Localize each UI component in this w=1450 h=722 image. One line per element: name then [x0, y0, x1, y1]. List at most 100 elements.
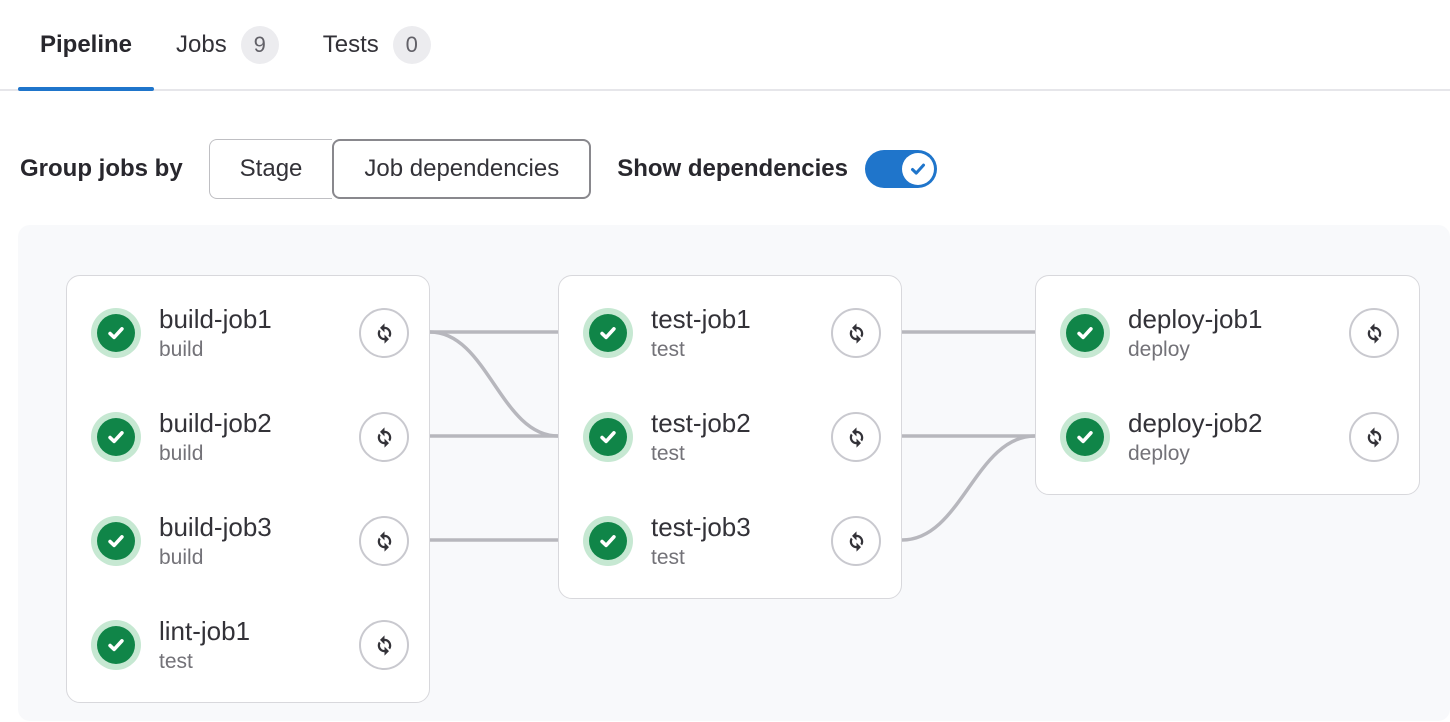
- job-row-build-job1[interactable]: build-job1build: [67, 281, 429, 385]
- job-row-test-job3[interactable]: test-job3test: [559, 489, 901, 593]
- success-check-icon: [105, 530, 127, 552]
- status-icon-circle: [589, 418, 627, 456]
- retry-icon: [843, 528, 870, 555]
- job-text: build-job2build: [159, 407, 359, 467]
- tab-pipeline[interactable]: Pipeline: [18, 0, 154, 89]
- success-check-icon: [597, 426, 619, 448]
- retry-icon: [371, 424, 398, 451]
- job-stage-label: deploy: [1128, 440, 1349, 467]
- status-icon-circle: [1066, 314, 1104, 352]
- status-icon-circle: [1066, 418, 1104, 456]
- job-row-deploy-job2[interactable]: deploy-job2deploy: [1036, 385, 1419, 489]
- job-text: deploy-job2deploy: [1128, 407, 1349, 467]
- dependency-edge: [902, 436, 1035, 540]
- check-icon: [908, 159, 928, 179]
- job-name-link[interactable]: test-job3: [651, 511, 831, 544]
- job-stage-label: test: [159, 648, 359, 675]
- tab-tests-label: Tests: [323, 31, 379, 59]
- retry-button[interactable]: [359, 308, 409, 358]
- job-row-build-job2[interactable]: build-job2build: [67, 385, 429, 489]
- retry-icon: [371, 320, 398, 347]
- job-stage-label: deploy: [1128, 336, 1349, 363]
- retry-icon: [371, 528, 398, 555]
- job-name-link[interactable]: deploy-job1: [1128, 303, 1349, 336]
- jobs-count-badge: 9: [241, 26, 279, 64]
- graph-controls: Group jobs by Stage Job dependencies Sho…: [20, 139, 1450, 199]
- job-text: build-job3build: [159, 511, 359, 571]
- job-text: deploy-job1deploy: [1128, 303, 1349, 363]
- retry-button[interactable]: [831, 412, 881, 462]
- status-success-icon: [583, 308, 633, 358]
- retry-icon: [843, 320, 870, 347]
- retry-button[interactable]: [359, 516, 409, 566]
- status-success-icon: [583, 412, 633, 462]
- success-check-icon: [597, 530, 619, 552]
- retry-button[interactable]: [359, 412, 409, 462]
- job-text: test-job3test: [651, 511, 831, 571]
- tab-jobs-label: Jobs: [176, 31, 227, 59]
- status-success-icon: [91, 308, 141, 358]
- job-text: build-job1build: [159, 303, 359, 363]
- job-stage-label: test: [651, 336, 831, 363]
- retry-icon: [1361, 424, 1388, 451]
- toggle-knob: [902, 153, 934, 185]
- job-stage-label: build: [159, 336, 359, 363]
- retry-button[interactable]: [1349, 308, 1399, 358]
- group-jobs-by-segmented-control: Stage Job dependencies: [209, 139, 592, 199]
- job-row-build-job3[interactable]: build-job3build: [67, 489, 429, 593]
- status-icon-circle: [589, 314, 627, 352]
- retry-icon: [1361, 320, 1388, 347]
- pipeline-tabs: Pipeline Jobs 9 Tests 0: [0, 0, 1450, 91]
- success-check-icon: [1074, 322, 1096, 344]
- dependency-edge: [430, 332, 558, 436]
- success-check-icon: [105, 634, 127, 656]
- status-icon-circle: [97, 626, 135, 664]
- status-success-icon: [91, 620, 141, 670]
- job-name-link[interactable]: deploy-job2: [1128, 407, 1349, 440]
- retry-button[interactable]: [831, 516, 881, 566]
- job-group-card: deploy-job1deploydeploy-job2deploy: [1035, 275, 1420, 495]
- status-icon-circle: [97, 522, 135, 560]
- job-text: test-job1test: [651, 303, 831, 363]
- tests-count-badge: 0: [393, 26, 431, 64]
- job-stage-label: build: [159, 440, 359, 467]
- retry-button[interactable]: [1349, 412, 1399, 462]
- group-by-job-dependencies-button[interactable]: Job dependencies: [332, 139, 591, 199]
- job-name-link[interactable]: build-job2: [159, 407, 359, 440]
- job-group-card: build-job1buildbuild-job2buildbuild-job3…: [66, 275, 430, 703]
- job-text: test-job2test: [651, 407, 831, 467]
- group-jobs-by-label: Group jobs by: [20, 155, 183, 183]
- show-dependencies-label: Show dependencies: [617, 155, 848, 183]
- status-success-icon: [91, 412, 141, 462]
- job-row-test-job1[interactable]: test-job1test: [559, 281, 901, 385]
- job-stage-label: build: [159, 544, 359, 571]
- status-icon-circle: [97, 418, 135, 456]
- job-row-deploy-job1[interactable]: deploy-job1deploy: [1036, 281, 1419, 385]
- job-row-lint-job1[interactable]: lint-job1test: [67, 593, 429, 697]
- status-icon-circle: [97, 314, 135, 352]
- job-row-test-job2[interactable]: test-job2test: [559, 385, 901, 489]
- job-name-link[interactable]: test-job2: [651, 407, 831, 440]
- pipeline-graph: build-job1buildbuild-job2buildbuild-job3…: [18, 225, 1450, 721]
- retry-icon: [371, 632, 398, 659]
- job-name-link[interactable]: lint-job1: [159, 615, 359, 648]
- tab-jobs[interactable]: Jobs 9: [154, 0, 301, 89]
- retry-icon: [843, 424, 870, 451]
- job-name-link[interactable]: build-job1: [159, 303, 359, 336]
- job-text: lint-job1test: [159, 615, 359, 675]
- success-check-icon: [597, 322, 619, 344]
- status-success-icon: [583, 516, 633, 566]
- success-check-icon: [105, 322, 127, 344]
- job-group-card: test-job1testtest-job2testtest-job3test: [558, 275, 902, 599]
- status-success-icon: [1060, 412, 1110, 462]
- show-dependencies-toggle[interactable]: [865, 150, 937, 188]
- success-check-icon: [105, 426, 127, 448]
- tab-pipeline-label: Pipeline: [40, 31, 132, 59]
- retry-button[interactable]: [831, 308, 881, 358]
- job-name-link[interactable]: build-job3: [159, 511, 359, 544]
- status-success-icon: [91, 516, 141, 566]
- tab-tests[interactable]: Tests 0: [301, 0, 453, 89]
- retry-button[interactable]: [359, 620, 409, 670]
- group-by-stage-button[interactable]: Stage: [209, 139, 333, 199]
- job-name-link[interactable]: test-job1: [651, 303, 831, 336]
